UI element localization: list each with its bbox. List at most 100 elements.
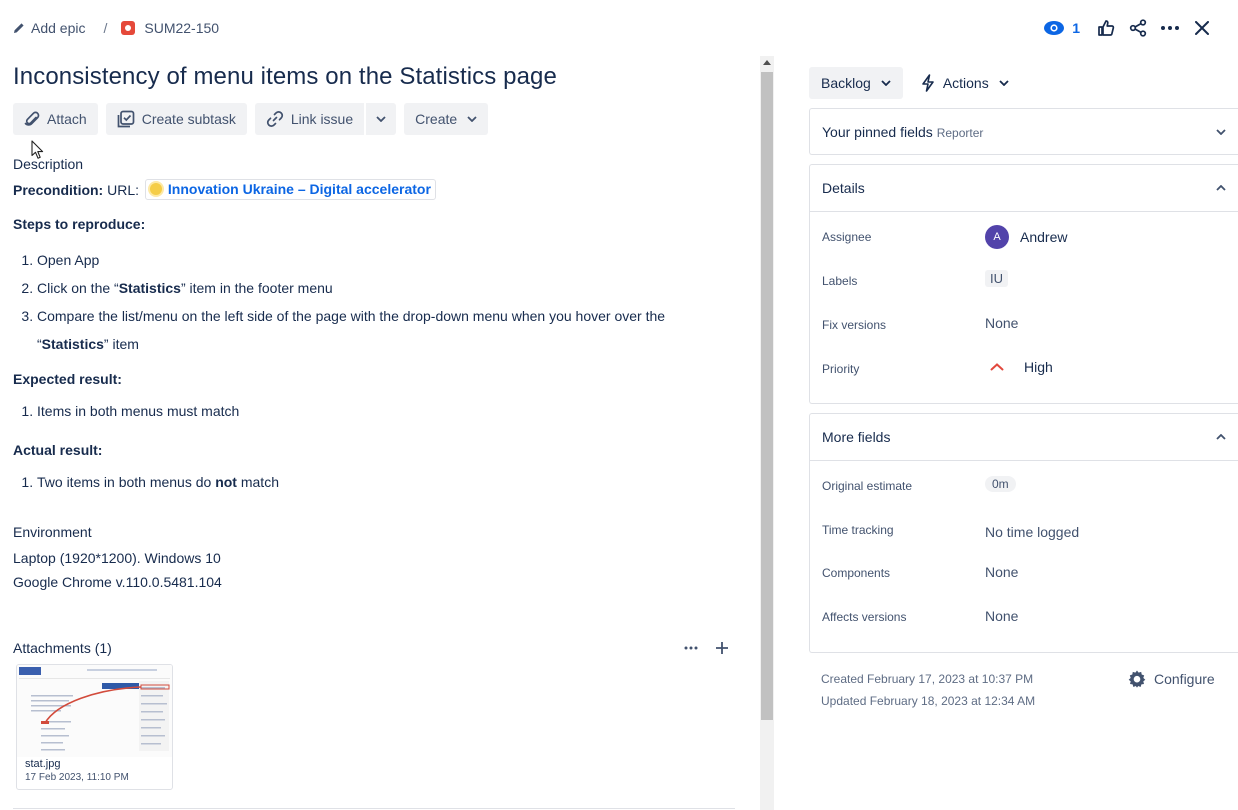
attachment-file-name: stat.jpg xyxy=(25,758,61,770)
list-item: Two items in both menus do not match xyxy=(37,468,713,496)
priority-high-icon xyxy=(990,363,1004,371)
priority-value[interactable]: High xyxy=(985,359,1053,375)
avatar: A xyxy=(985,225,1009,249)
share-icon xyxy=(1129,19,1147,37)
affects-versions-value[interactable]: None xyxy=(985,608,1018,624)
more-fields-body: Original estimate 0m Time tracking No ti… xyxy=(810,460,1238,637)
more-fields-title: More fields xyxy=(822,429,891,445)
lightning-icon xyxy=(921,74,935,92)
pinned-fields-title: Your pinned fields xyxy=(822,124,933,140)
scrollbar-thumb[interactable] xyxy=(761,72,773,720)
issue-title[interactable]: Inconsistency of menu items on the Stati… xyxy=(13,63,557,91)
details-panel: Details Assignee A Andrew Labels IU Fix … xyxy=(809,164,1238,404)
field-priority: Priority High xyxy=(810,344,1238,388)
smart-link-text: Innovation Ukraine – Digital accelerator xyxy=(167,181,431,197)
link-issue-button[interactable]: Link issue xyxy=(254,103,365,135)
environment-line-2[interactable]: Google Chrome v.110.0.5481.104 xyxy=(13,574,222,590)
actions-label: Actions xyxy=(942,75,989,91)
breadcrumb: Add epic / SUM22-150 xyxy=(13,18,219,38)
environment-line-1[interactable]: Laptop (1920*1200). Windows 10 xyxy=(13,550,221,566)
breadcrumb-separator: / xyxy=(103,20,108,36)
create-button[interactable]: Create xyxy=(404,103,489,135)
add-attachment-button[interactable] xyxy=(714,640,730,656)
actual-heading: Actual result: xyxy=(13,442,103,458)
updated-date: Updated February 18, 2023 at 12:34 AM xyxy=(821,694,1036,708)
list-item: Compare the list/menu on the left side o… xyxy=(37,302,713,358)
mouse-cursor-icon xyxy=(31,140,45,163)
labels-value[interactable]: IU xyxy=(985,270,1008,287)
pinned-fields-header[interactable]: Your pinned fields Reporter xyxy=(810,109,1238,155)
estimate-badge: 0m xyxy=(985,476,1016,492)
close-icon xyxy=(1195,21,1209,35)
link-issue-dropdown-button[interactable] xyxy=(366,103,397,135)
more-fields-header[interactable]: More fields xyxy=(810,414,1238,460)
create-subtask-label: Create subtask xyxy=(141,111,236,127)
expected-list: Items in both menus must match xyxy=(13,397,713,425)
assignee-name: Andrew xyxy=(1020,229,1068,245)
chevron-down-icon xyxy=(881,80,891,86)
attachments-label: Attachments (1) xyxy=(13,640,112,656)
details-body: Assignee A Andrew Labels IU Fix versions… xyxy=(810,211,1238,388)
subtask-icon xyxy=(117,110,135,128)
thumbs-up-icon xyxy=(1097,19,1115,37)
environment-label: Environment xyxy=(13,524,92,540)
more-icon xyxy=(1161,26,1179,30)
attachment-date: 17 Feb 2023, 11:10 PM xyxy=(25,772,129,783)
chevron-down-icon xyxy=(1216,129,1226,135)
status-dropdown[interactable]: Backlog xyxy=(809,67,903,99)
components-label: Components xyxy=(822,566,891,580)
share-button[interactable] xyxy=(1122,15,1154,41)
priority-label: Priority xyxy=(822,362,860,376)
assignee-value[interactable]: A Andrew xyxy=(985,225,1067,249)
priority-text: High xyxy=(1024,359,1053,375)
pinned-fields-panel: Your pinned fields Reporter xyxy=(809,108,1238,155)
labels-label: Labels xyxy=(822,274,858,288)
pinned-fields-subtitle: Reporter xyxy=(936,126,984,140)
close-button[interactable] xyxy=(1186,15,1218,41)
components-value[interactable]: None xyxy=(985,564,1018,580)
attach-label: Attach xyxy=(47,111,87,127)
time-tracking-value[interactable]: No time logged xyxy=(985,524,1079,540)
chevron-up-icon xyxy=(1216,185,1226,191)
more-actions-button[interactable] xyxy=(1154,15,1186,41)
plus-icon xyxy=(714,640,730,656)
time-tracking-label: Time tracking xyxy=(822,523,894,537)
main-scrollbar[interactable] xyxy=(760,56,774,810)
original-estimate-label: Original estimate xyxy=(822,479,913,493)
gear-icon xyxy=(1127,669,1147,689)
watch-count: 1 xyxy=(1072,20,1080,36)
details-header[interactable]: Details xyxy=(810,165,1238,211)
field-components: Components None xyxy=(810,549,1238,593)
fix-versions-value[interactable]: None xyxy=(985,315,1018,331)
field-original-estimate: Original estimate 0m xyxy=(810,461,1238,505)
issue-key-link[interactable]: SUM22-150 xyxy=(144,20,219,36)
attachments-more-button[interactable] xyxy=(683,640,699,656)
scroll-up-arrow[interactable] xyxy=(763,60,771,65)
create-subtask-button[interactable]: Create subtask xyxy=(105,103,247,135)
watch-button[interactable]: 1 xyxy=(1044,20,1080,36)
more-fields-panel: More fields Original estimate 0m Time tr… xyxy=(809,413,1238,653)
create-label: Create xyxy=(415,111,458,127)
field-labels: Labels IU xyxy=(810,256,1238,300)
divider xyxy=(13,808,735,809)
attachment-card[interactable]: stat.jpg 17 Feb 2023, 11:10 PM xyxy=(16,664,173,790)
label-tag[interactable]: IU xyxy=(985,270,1008,287)
actions-dropdown[interactable]: Actions xyxy=(913,67,1017,99)
description-label: Description xyxy=(13,156,84,172)
smart-link[interactable]: Innovation Ukraine – Digital accelerator xyxy=(144,179,436,200)
details-title: Details xyxy=(822,180,865,196)
chevron-down-icon xyxy=(999,80,1009,86)
fix-versions-label: Fix versions xyxy=(822,318,887,332)
precondition-label: Precondition: xyxy=(13,182,104,198)
chevron-up-icon xyxy=(1216,434,1226,440)
issue-toolbar: Attach Create subtask Link issue Create xyxy=(13,103,489,135)
attach-button[interactable]: Attach xyxy=(13,103,98,135)
eye-icon xyxy=(1044,21,1065,35)
expected-heading: Expected result: xyxy=(13,371,122,387)
configure-button[interactable]: Configure xyxy=(1127,669,1215,689)
field-assignee: Assignee A Andrew xyxy=(810,212,1238,256)
like-button[interactable] xyxy=(1090,15,1122,41)
original-estimate-value[interactable]: 0m xyxy=(985,476,1016,492)
add-epic-link[interactable]: Add epic xyxy=(31,20,85,36)
list-item: Click on the “Statistics” item in the fo… xyxy=(37,274,713,302)
